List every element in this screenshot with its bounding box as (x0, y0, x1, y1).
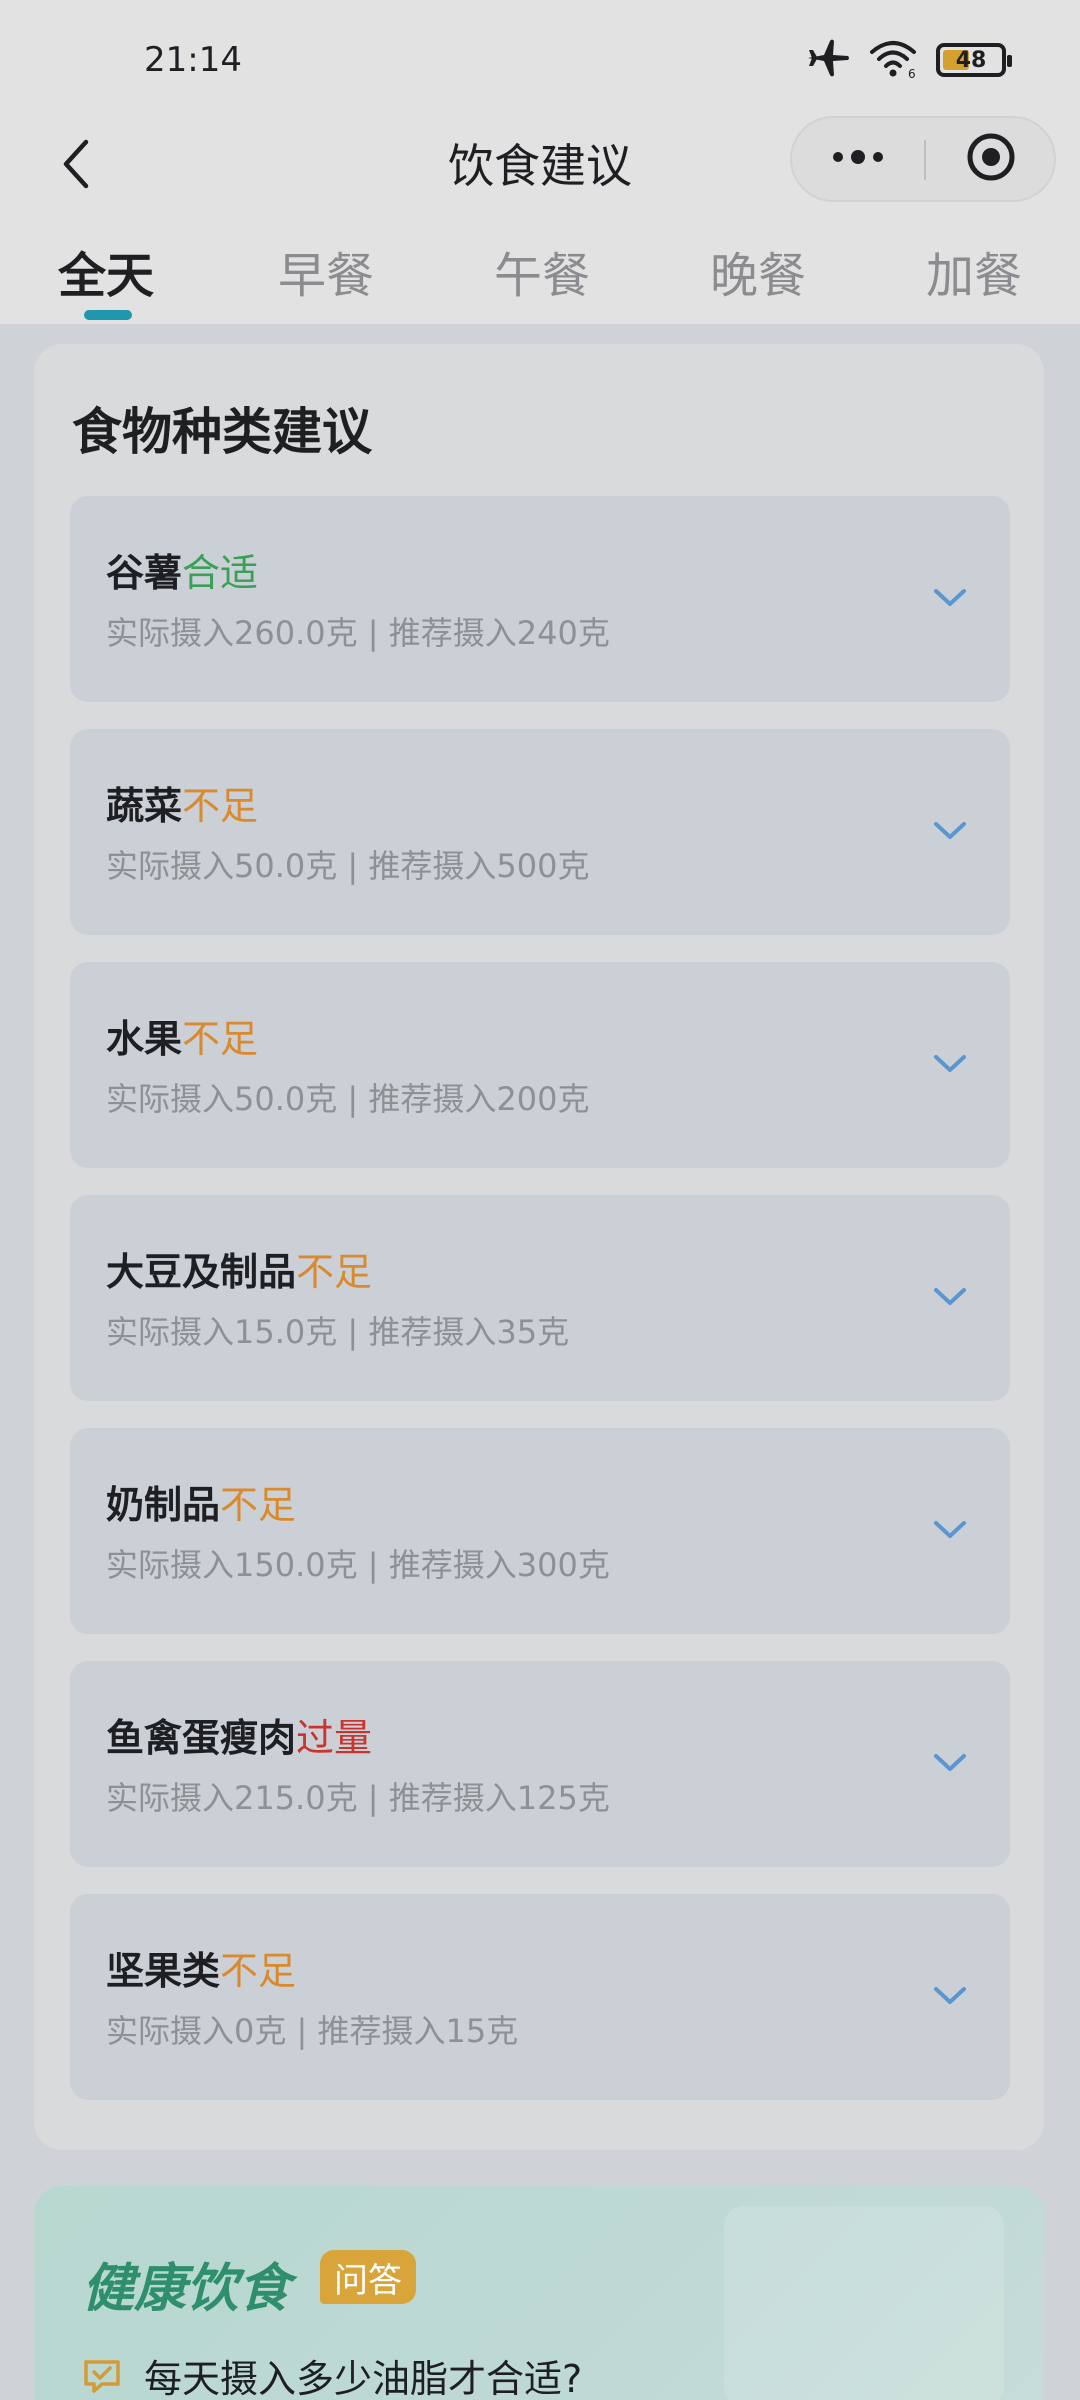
qa-title: 健康饮食 (82, 2259, 291, 2319)
svg-text:6: 6 (908, 67, 916, 78)
food-item-dairy[interactable]: 奶制品不足 实际摄入150.0克 | 推荐摄入300克 (70, 1428, 1010, 1634)
status-time: 21:14 (144, 40, 242, 80)
food-item-vegetables[interactable]: 蔬菜不足 实际摄入50.0克 | 推荐摄入500克 (70, 729, 1010, 935)
food-name-row: 坚果类不足 (106, 1940, 296, 1995)
qa-badge: 问答 (320, 2250, 416, 2304)
tab-snack[interactable]: 加餐 (926, 236, 1022, 306)
chevron-down-icon[interactable] (930, 811, 970, 851)
food-detail: 实际摄入260.0克 | 推荐摄入240克 (106, 614, 610, 652)
tab-dinner[interactable]: 晚餐 (710, 236, 806, 306)
food-name: 鱼禽蛋瘦肉 (106, 1716, 297, 1760)
chevron-down-icon[interactable] (930, 1510, 970, 1550)
food-status: 不足 (182, 1017, 259, 1061)
meal-tab-bar: 全天 早餐 午餐 晚餐 加餐 (0, 222, 1080, 324)
food-detail: 实际摄入15.0克 | 推荐摄入35克 (106, 1313, 570, 1351)
food-detail: 实际摄入150.0克 | 推荐摄入300克 (106, 1546, 610, 1584)
card-title: 食物种类建议 (72, 403, 372, 461)
food-item-meat-fish-eggs[interactable]: 鱼禽蛋瘦肉过量 实际摄入215.0克 | 推荐摄入125克 (70, 1661, 1010, 1867)
food-status: 合适 (182, 551, 259, 595)
qa-question-item[interactable]: 每天摄入多少油脂才合适? (82, 2348, 582, 2400)
tab-all-day[interactable]: 全天 (58, 236, 154, 306)
food-detail: 实际摄入0克 | 推荐摄入15克 (106, 2012, 519, 2050)
mini-program-capsule (790, 116, 1056, 202)
food-detail: 实际摄入215.0克 | 推荐摄入125克 (106, 1779, 610, 1817)
battery-icon: 48 (936, 43, 1012, 77)
tab-breakfast[interactable]: 早餐 (278, 236, 374, 306)
decorative-illustration (724, 2206, 1004, 2400)
food-name-row: 谷薯合适 (106, 542, 258, 597)
more-dots-icon (830, 149, 886, 169)
food-status: 不足 (220, 1949, 297, 1993)
food-name: 蔬菜 (106, 784, 183, 828)
chevron-down-icon[interactable] (930, 1976, 970, 2016)
food-detail: 实际摄入50.0克 | 推荐摄入500克 (106, 847, 590, 885)
target-circle-icon (965, 131, 1017, 187)
food-name: 坚果类 (106, 1949, 221, 1993)
chevron-down-icon[interactable] (930, 578, 970, 618)
more-button[interactable] (792, 118, 924, 200)
healthy-diet-qa-card: 健康饮食 问答 每天摄入多少油脂才合适? (34, 2186, 1044, 2400)
food-detail: 实际摄入50.0克 | 推荐摄入200克 (106, 1080, 590, 1118)
chevron-down-icon[interactable] (930, 1044, 970, 1084)
food-name-row: 蔬菜不足 (106, 775, 258, 830)
close-button[interactable] (926, 118, 1056, 200)
food-name: 谷薯 (106, 551, 183, 595)
chevron-down-icon[interactable] (930, 1277, 970, 1317)
active-tab-indicator (84, 310, 132, 320)
food-item-grains[interactable]: 谷薯合适 实际摄入260.0克 | 推荐摄入240克 (70, 496, 1010, 702)
food-name: 水果 (106, 1017, 183, 1061)
tab-lunch[interactable]: 午餐 (494, 236, 590, 306)
food-name: 大豆及制品 (106, 1250, 297, 1294)
food-name-row: 大豆及制品不足 (106, 1241, 372, 1296)
food-status: 不足 (296, 1250, 373, 1294)
airplane-icon (806, 38, 850, 82)
status-icons: 6 48 (806, 36, 1012, 84)
qa-question-text: 每天摄入多少油脂才合适? (144, 2357, 583, 2400)
status-bar: 21:14 6 48 (0, 0, 1080, 112)
food-name: 奶制品 (106, 1483, 221, 1527)
food-status: 不足 (182, 784, 259, 828)
food-item-nuts[interactable]: 坚果类不足 实际摄入0克 | 推荐摄入15克 (70, 1894, 1010, 2100)
food-name-row: 水果不足 (106, 1008, 258, 1063)
food-name-row: 鱼禽蛋瘦肉过量 (106, 1707, 372, 1762)
nav-bar: 饮食建议 (0, 112, 1080, 222)
chevron-down-icon[interactable] (930, 1743, 970, 1783)
food-category-card: 食物种类建议 谷薯合适 实际摄入260.0克 | 推荐摄入240克 蔬菜不足 实… (34, 344, 1044, 2150)
food-status: 过量 (296, 1716, 373, 1760)
checkbox-question-icon (82, 2356, 122, 2396)
food-status: 不足 (220, 1483, 297, 1527)
food-item-soy[interactable]: 大豆及制品不足 实际摄入15.0克 | 推荐摄入35克 (70, 1195, 1010, 1401)
wifi-icon: 6 (868, 38, 918, 82)
battery-level: 48 (955, 47, 987, 73)
food-name-row: 奶制品不足 (106, 1474, 296, 1529)
food-item-fruit[interactable]: 水果不足 实际摄入50.0克 | 推荐摄入200克 (70, 962, 1010, 1168)
